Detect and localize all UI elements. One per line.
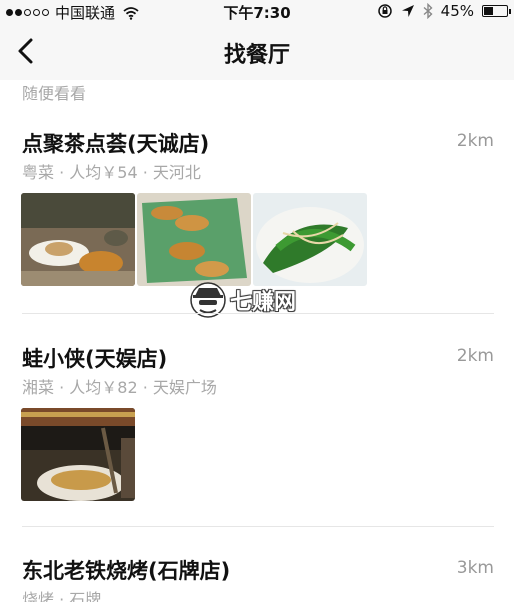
watermark-text: 七赚网 (230, 290, 297, 315)
green-vegetables-photo[interactable] (253, 193, 367, 286)
restaurant-table-photo[interactable] (21, 408, 135, 501)
restaurant-name: 蛙小侠(天娱店) (22, 347, 168, 371)
restaurant-card[interactable]: 东北老铁烧烤(石牌店) 3km 烧烤 · 石牌 (0, 545, 514, 602)
restaurant-distance: 2km (456, 131, 494, 151)
status-right: 45% (377, 2, 511, 20)
divider (22, 526, 494, 527)
battery-percent: 45% (440, 2, 474, 20)
divider (22, 313, 494, 314)
restaurant-meta: 烧烤 · 石牌 (22, 590, 102, 602)
restaurant-distance: 3km (456, 558, 494, 578)
nav-bar: 找餐厅 (0, 22, 514, 80)
battery-level-fill (484, 7, 494, 15)
restaurant-name: 点聚茶点荟(天诚店) (22, 132, 210, 156)
fried-dumplings-photo[interactable] (137, 193, 251, 286)
restaurant-meta: 粤菜 · 人均￥54 · 天河北 (22, 163, 201, 182)
dim-sum-dessert-photo[interactable] (21, 193, 135, 286)
page-title: 找餐厅 (223, 43, 290, 68)
bluetooth-icon (423, 3, 433, 19)
restaurant-card[interactable]: 蛙小侠(天娱店) 2km 湘菜 · 人均￥82 · 天娱广场 (0, 333, 514, 523)
battery-icon (482, 5, 511, 17)
location-arrow-icon (401, 5, 414, 17)
restaurant-name: 东北老铁烧烤(石牌店) (22, 559, 231, 583)
lock-rotation-icon (377, 4, 392, 18)
restaurant-distance: 2km (456, 346, 494, 366)
section-label: 随便看看 (22, 84, 87, 103)
restaurant-meta: 湘菜 · 人均￥82 · 天娱广场 (22, 378, 217, 397)
status-bar: 中国联通 下午7:30 45% (0, 0, 514, 22)
